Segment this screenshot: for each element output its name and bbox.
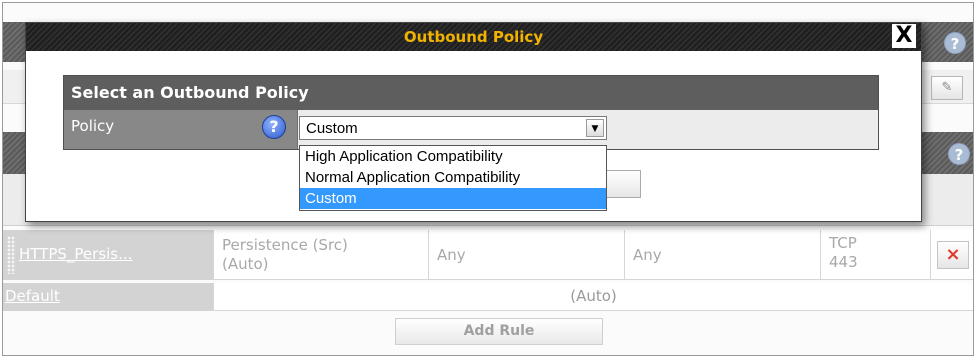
rule-name-cell: HTTPS_Persis... xyxy=(3,230,214,280)
policy-select[interactable]: Custom ▼ xyxy=(299,116,607,140)
edit-icon: ✎ xyxy=(941,80,953,95)
default-rule-value: (Auto) xyxy=(570,287,617,305)
dialog-titlebar: Outbound Policy X xyxy=(26,23,921,51)
rule-port: 443 xyxy=(829,253,858,271)
rule-type-cell: Persistence (Src) (Auto) xyxy=(214,230,429,280)
option-custom[interactable]: Custom xyxy=(300,188,606,209)
add-rule-button[interactable]: Add Rule xyxy=(395,318,603,345)
rule-destination-cell: Any xyxy=(625,230,821,280)
option-normal-compatibility[interactable]: Normal Application Compatibility xyxy=(300,167,606,188)
option-high-compatibility[interactable]: High Application Compatibility xyxy=(300,146,606,167)
default-rule-name-cell: Default xyxy=(3,283,214,311)
rule-type-text: Persistence (Src) xyxy=(222,236,348,254)
rule-source-cell: Any xyxy=(429,230,625,280)
dialog-save-button[interactable] xyxy=(606,170,641,198)
help-icon[interactable]: ? xyxy=(944,32,966,54)
rules-help-icon[interactable]: ? xyxy=(948,143,970,165)
policy-label: Policy xyxy=(71,117,115,135)
default-rule-link[interactable]: Default xyxy=(5,287,60,305)
rule-protocol-cell: TCP 443 xyxy=(821,230,931,280)
delete-rule-button[interactable]: × xyxy=(937,241,969,269)
policy-help-icon[interactable]: ? xyxy=(262,115,286,139)
close-button[interactable]: X xyxy=(892,24,916,48)
rule-delete-cell: × xyxy=(931,230,973,280)
rule-source: Any xyxy=(437,246,466,264)
policy-select-value: Custom xyxy=(306,120,358,137)
table-row: HTTPS_Persis... Persistence (Src) (Auto)… xyxy=(3,230,973,280)
rule-destination: Any xyxy=(633,246,662,264)
chevron-down-icon[interactable]: ▼ xyxy=(586,119,604,137)
edit-button[interactable]: ✎ xyxy=(931,76,963,100)
rule-name-link[interactable]: HTTPS_Persis... xyxy=(19,245,132,263)
policy-label-cell: Policy ? xyxy=(64,110,298,149)
policy-options-list: High Application Compatibility Normal Ap… xyxy=(299,145,607,211)
rule-protocol: TCP xyxy=(829,234,857,252)
policy-section-header: Select an Outbound Policy xyxy=(64,76,878,110)
default-rule-row: Default (Auto) xyxy=(3,283,973,311)
delete-icon: × xyxy=(945,244,961,265)
rule-type-mode: (Auto) xyxy=(222,255,269,273)
drag-handle-icon[interactable] xyxy=(7,236,15,274)
dialog-title: Outbound Policy xyxy=(403,28,544,46)
close-icon: X xyxy=(895,23,913,48)
